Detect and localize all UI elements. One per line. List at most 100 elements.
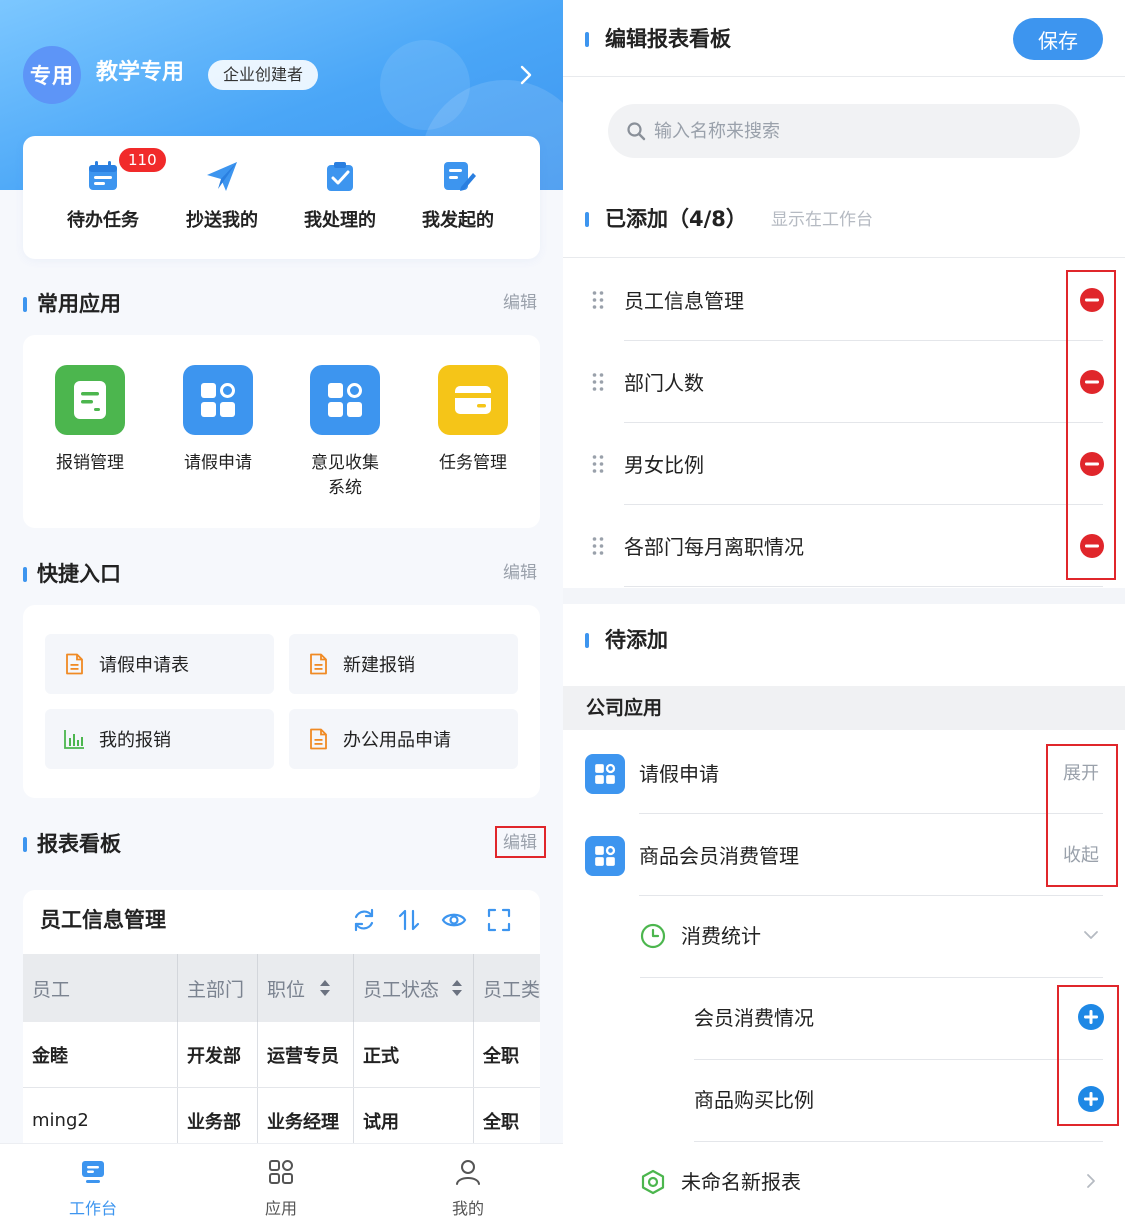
pending-app-item[interactable]: 请假申请 展开: [563, 732, 1125, 814]
divider: [563, 257, 1125, 258]
added-report-item[interactable]: 各部门每月离职情况: [563, 505, 1125, 587]
user-icon: [456, 1160, 480, 1185]
common-apps-title: 常用应用: [23, 291, 121, 317]
pending-app-label: 请假申请: [639, 762, 719, 786]
column-header[interactable]: 员工状态: [354, 954, 474, 1022]
added-section-title: 已添加（4/8）: [585, 206, 747, 232]
task-initiated[interactable]: 我发起的: [403, 158, 513, 232]
task-label: 我发起的: [422, 210, 494, 231]
sort-arrows-icon[interactable]: [319, 979, 331, 997]
quick-entry-title: 快捷入口: [23, 561, 121, 587]
group-header: 公司应用: [563, 686, 1125, 730]
sort-icon[interactable]: [396, 907, 422, 933]
table-cell: 金睦: [23, 1022, 178, 1087]
pending-report-label: 会员消费情况: [694, 1006, 814, 1030]
refresh-icon[interactable]: [351, 907, 377, 933]
quick-item-leave-form[interactable]: 请假申请表: [45, 634, 274, 694]
expense-icon: [55, 365, 125, 435]
column-header[interactable]: 员工: [23, 954, 178, 1022]
workbench-icon: [82, 1161, 104, 1183]
added-report-item[interactable]: 部门人数: [563, 341, 1125, 423]
table-cell: 运营专员: [258, 1022, 354, 1087]
app-feedback[interactable]: 意见收集 系统: [291, 365, 399, 501]
tab-label: 工作台: [68, 1199, 117, 1218]
tab-workbench[interactable]: 工作台: [43, 1158, 143, 1218]
sort-arrows-icon[interactable]: [451, 979, 463, 997]
chevron-right-icon[interactable]: [516, 64, 536, 86]
tab-label: 应用: [264, 1199, 297, 1218]
task-shortcuts-card: 待办任务 抄送我的 我处理的 我发起的: [23, 136, 540, 259]
save-button[interactable]: 保存: [1013, 18, 1103, 60]
apps-grid-icon: [310, 365, 380, 435]
added-section-hint: 显示在工作台: [771, 210, 873, 230]
new-report-item[interactable]: 未命名新报表: [563, 1142, 1125, 1218]
section-gap: [563, 588, 1125, 604]
document-icon: [310, 653, 327, 675]
added-report-item[interactable]: 员工信息管理: [563, 259, 1125, 341]
pending-report-item[interactable]: 商品购买比例: [563, 1060, 1125, 1142]
report-group-label: 消费统计: [681, 924, 761, 948]
app-leave[interactable]: 请假申请: [164, 365, 272, 476]
app-expense[interactable]: 报销管理: [36, 365, 144, 476]
drag-handle-icon[interactable]: [591, 290, 605, 310]
table-row[interactable]: 金睦 开发部 运营专员 正式 全职: [23, 1022, 540, 1088]
pending-section-title: 待添加: [585, 627, 668, 653]
task-label: 抄送我的: [186, 210, 258, 231]
added-report-label: 男女比例: [624, 453, 704, 477]
quick-item-office-supplies[interactable]: 办公用品申请: [289, 709, 518, 769]
pending-app-label: 商品会员消费管理: [639, 844, 799, 868]
added-report-label: 各部门每月离职情况: [624, 535, 804, 559]
calendar-icon: [89, 161, 117, 190]
quick-entry-edit-link[interactable]: 编辑: [503, 562, 537, 584]
added-report-item[interactable]: 男女比例: [563, 423, 1125, 505]
eye-icon[interactable]: [441, 907, 467, 933]
tab-me[interactable]: 我的: [418, 1158, 518, 1218]
common-apps-edit-link[interactable]: 编辑: [503, 292, 537, 314]
column-header[interactable]: 职位: [258, 954, 354, 1022]
pending-report-item[interactable]: 会员消费情况: [563, 978, 1125, 1060]
search-box[interactable]: [608, 104, 1080, 158]
app-label: 意见收集 系统: [311, 453, 379, 498]
edit-doc-icon: [444, 162, 476, 191]
app-label: 报销管理: [56, 453, 124, 473]
task-label: 待办任务: [67, 210, 139, 231]
quick-item-my-expense[interactable]: 我的报销: [45, 709, 274, 769]
drag-handle-icon[interactable]: [591, 372, 605, 392]
pending-app-item[interactable]: 商品会员消费管理 收起: [563, 814, 1125, 896]
highlight-box: [1066, 270, 1116, 580]
column-header[interactable]: 主部门: [178, 954, 258, 1022]
search-icon: [627, 122, 646, 141]
drag-handle-icon[interactable]: [591, 536, 605, 556]
document-icon: [66, 653, 83, 675]
chevron-down-icon[interactable]: [1082, 926, 1100, 944]
task-cc[interactable]: 抄送我的: [167, 158, 277, 232]
new-report-label: 未命名新报表: [681, 1170, 801, 1194]
search-input[interactable]: [654, 120, 1054, 142]
quick-entry-card: 请假申请表 新建报销 我的报销 办公用品申请: [23, 605, 540, 798]
fullscreen-icon[interactable]: [486, 907, 512, 933]
column-header[interactable]: 员工类: [474, 954, 540, 1022]
drag-handle-icon[interactable]: [591, 454, 605, 474]
apps-grid-icon: [585, 836, 625, 876]
document-icon: [310, 728, 327, 750]
chevron-right-icon[interactable]: [1082, 1172, 1100, 1190]
app-task-mgmt[interactable]: 任务管理: [419, 365, 527, 476]
highlight-box: [495, 826, 546, 858]
report-group-item[interactable]: 消费统计: [563, 896, 1125, 978]
bottom-tab-bar: 工作台 应用 我的: [0, 1143, 563, 1218]
apps-grid-icon: [585, 754, 625, 794]
tab-apps[interactable]: 应用: [231, 1158, 331, 1218]
report-board-title: 报表看板: [23, 831, 121, 857]
hexagon-icon: [641, 1169, 665, 1195]
quick-item-label: 我的报销: [99, 730, 171, 751]
role-badge: 企业创建者: [208, 60, 319, 90]
org-name[interactable]: 教学专用: [96, 58, 184, 88]
pending-report-label: 商品购买比例: [694, 1088, 814, 1112]
quick-item-new-expense[interactable]: 新建报销: [289, 634, 518, 694]
paper-plane-icon: [207, 162, 237, 191]
org-avatar[interactable]: 专用: [23, 46, 81, 104]
report-card: 员工信息管理 员工 主部门 职位 员工状态 员工类 金睦 开发部 运营专员 正式…: [23, 890, 540, 1160]
bar-chart-icon: [64, 730, 84, 749]
table-cell: 全职: [483, 1045, 519, 1067]
task-processed[interactable]: 我处理的: [285, 158, 395, 232]
